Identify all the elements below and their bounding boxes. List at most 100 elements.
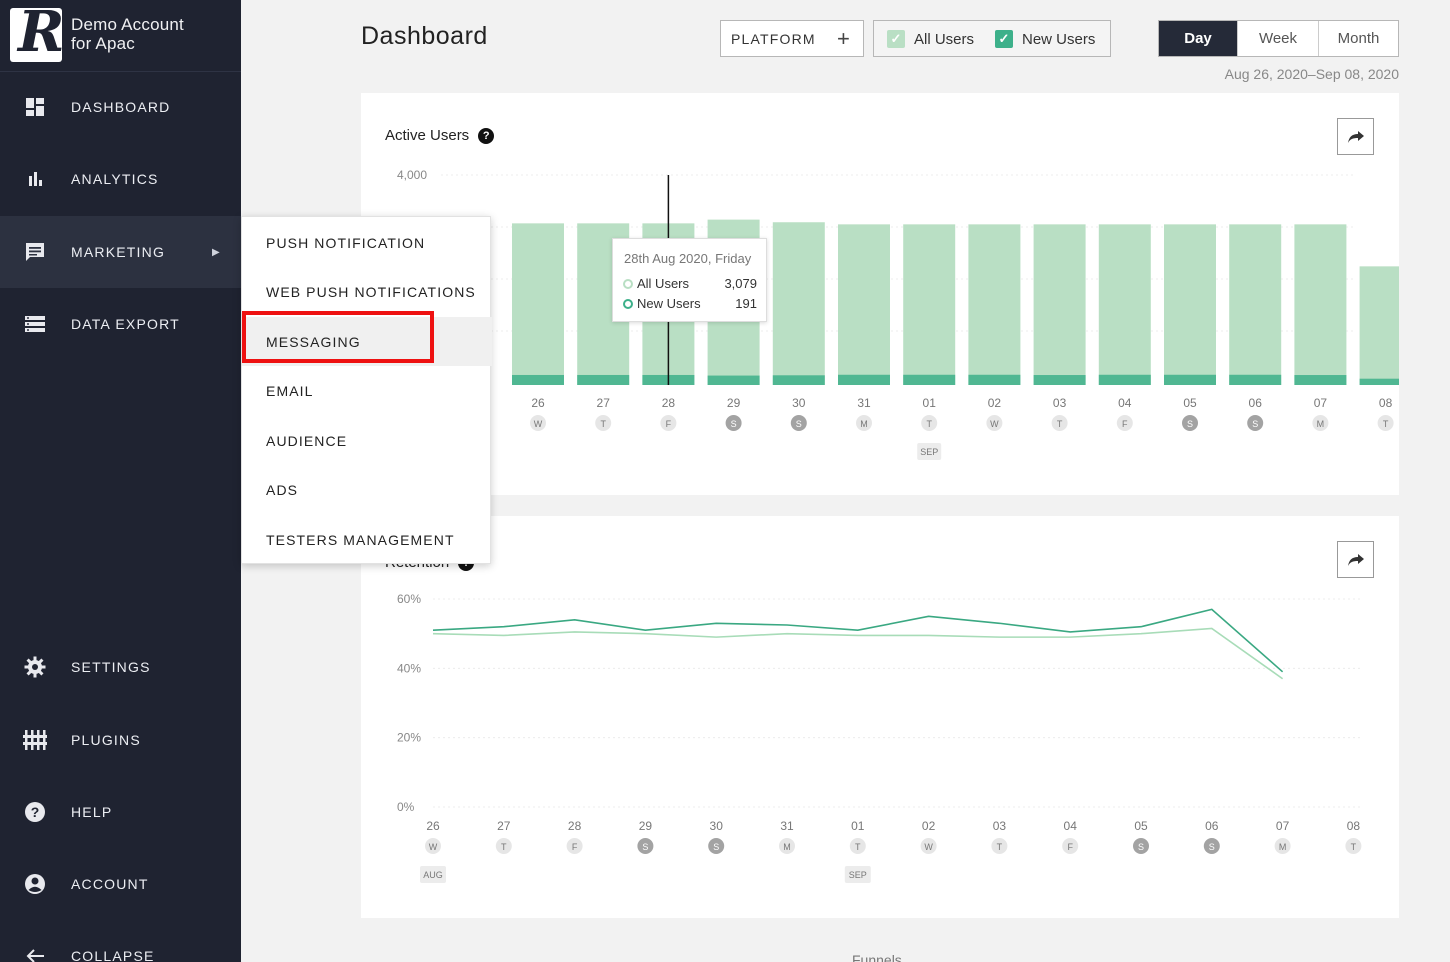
x-tick-label: 03 — [993, 819, 1007, 833]
platform-button[interactable]: PLATFORM + — [720, 20, 864, 57]
menu-item-audience[interactable]: AUDIENCE — [242, 416, 492, 465]
sidebar-item-help[interactable]: ? HELP — [0, 776, 241, 848]
x-tick-label: 26 — [426, 819, 440, 833]
sidebar-item-label: DATA EXPORT — [71, 316, 180, 332]
bar-all-users — [772, 222, 825, 385]
weekday-label: T — [1383, 419, 1389, 429]
weekday-label: S — [1138, 842, 1144, 852]
weekday-label: S — [642, 842, 648, 852]
checkmark-icon: ✓ — [995, 30, 1013, 48]
weekday-label: T — [600, 419, 606, 429]
x-tick-label: 30 — [710, 819, 724, 833]
account-brand[interactable]: R Demo Account for Apac — [0, 0, 241, 72]
legend-dot-icon — [623, 298, 633, 309]
x-tick-label: 06 — [1249, 396, 1263, 410]
x-tick-label: 29 — [727, 396, 741, 410]
x-tick-label: 02 — [922, 819, 936, 833]
sidebar-item-collapse[interactable]: COLLAPSE — [0, 920, 241, 962]
menu-item-push-notification[interactable]: PUSH NOTIFICATION — [242, 218, 492, 267]
sidebar-item-label: HELP — [71, 804, 113, 820]
bar-all-users — [1164, 224, 1216, 385]
bar-all-users — [512, 223, 564, 385]
menu-item-web-push-notifications[interactable]: WEB PUSH NOTIFICATIONS — [242, 267, 492, 316]
tooltip-title: 28th Aug 2020, Friday — [624, 251, 752, 266]
funnels-section-title: Funnels — [852, 952, 902, 962]
sidebar-item-analytics[interactable]: ANALYTICS — [0, 143, 241, 215]
arrow-left-icon — [23, 944, 47, 962]
weekday-label: S — [796, 419, 802, 429]
sidebar-item-data-export[interactable]: DATA EXPORT — [0, 288, 241, 360]
menu-item-testers-management[interactable]: TESTERS MANAGEMENT — [242, 515, 492, 564]
x-tick-label: 29 — [639, 819, 653, 833]
menu-item-ads[interactable]: ADS — [242, 465, 492, 514]
bar-new-users — [1033, 375, 1086, 385]
x-tick-label: 07 — [1314, 396, 1328, 410]
account-name-line2: for Apac — [71, 34, 135, 53]
x-tick-label: 28 — [662, 396, 676, 410]
svg-text:?: ? — [31, 804, 40, 820]
weekday-label: T — [501, 842, 507, 852]
bar-all-users — [838, 224, 890, 385]
bar-all-users — [1098, 224, 1151, 385]
period-day-button[interactable]: Day — [1159, 21, 1238, 56]
chart-tooltip: 28th Aug 2020, Friday All Users 3,079 Ne… — [612, 238, 767, 322]
bar-all-users — [1229, 224, 1282, 385]
y-tick-label: 4,000 — [397, 168, 427, 182]
sidebar-item-label: MARKETING — [71, 244, 166, 260]
x-tick-label: 04 — [1118, 396, 1132, 410]
weekday-label: F — [1122, 419, 1128, 429]
period-month-button[interactable]: Month — [1319, 21, 1398, 56]
sidebar-item-label: COLLAPSE — [71, 948, 155, 962]
bar-new-users — [577, 374, 630, 385]
y-tick-label: 0% — [397, 800, 415, 814]
x-tick-label: 27 — [497, 819, 511, 833]
menu-item-email[interactable]: EMAIL — [242, 366, 492, 415]
new-users-label: New Users — [1022, 30, 1096, 48]
sidebar-item-plugins[interactable]: PLUGINS — [0, 704, 241, 776]
checkmark-icon: ✓ — [887, 30, 905, 48]
weekday-label: W — [990, 419, 999, 429]
period-week-button[interactable]: Week — [1238, 21, 1319, 56]
weekday-label: T — [855, 842, 861, 852]
weekday-label: F — [666, 419, 672, 429]
tooltip-row-all-users: All Users 3,079 — [623, 276, 757, 291]
platform-label: PLATFORM — [731, 30, 816, 47]
bar-all-users — [1294, 224, 1347, 385]
tooltip-label: All Users — [637, 276, 690, 291]
weekday-label: M — [860, 419, 868, 429]
weekday-label: W — [534, 419, 543, 429]
x-tick-label: 05 — [1183, 396, 1197, 410]
help-icon: ? — [23, 800, 47, 824]
user-filter-checkboxes: ✓ All Users ✓ New Users — [873, 20, 1111, 57]
bar-new-users — [1098, 374, 1151, 385]
all-users-checkbox[interactable]: ✓ All Users — [887, 30, 974, 48]
weekday-label: S — [1187, 419, 1193, 429]
sidebar-item-marketing[interactable]: MARKETING ▶ — [0, 216, 241, 288]
bar-new-users — [838, 374, 890, 385]
retention-chart: 60% 40% 20% 0% 26 W 27 T 28 F 29 S 30 S 31 M 01 T 02 W 03 T 04… — [397, 592, 1362, 883]
sidebar-item-label: SETTINGS — [71, 659, 151, 675]
tooltip-row-new-users: New Users 191 — [623, 296, 757, 311]
month-label: AUG — [423, 870, 443, 880]
sidebar-item-dashboard[interactable]: DASHBOARD — [0, 71, 241, 143]
x-tick-label: 30 — [792, 396, 806, 410]
x-tick-label: 26 — [531, 396, 545, 410]
tooltip-value: 191 — [735, 296, 757, 311]
weekday-label: F — [572, 842, 578, 852]
x-tick-label: 04 — [1064, 819, 1078, 833]
new-users-checkbox[interactable]: ✓ New Users — [995, 30, 1095, 48]
data-export-icon — [23, 312, 47, 336]
legend-dot-icon — [623, 278, 633, 289]
x-tick-label: 02 — [988, 396, 1002, 410]
x-tick-label: 01 — [923, 396, 937, 410]
bar-new-users — [512, 374, 564, 385]
dashboard-icon — [23, 95, 47, 119]
period-toggle: Day Week Month — [1158, 20, 1399, 57]
weekday-label: M — [1279, 842, 1287, 852]
weekday-label: F — [1067, 842, 1073, 852]
sidebar-item-account[interactable]: ACCOUNT — [0, 848, 241, 920]
sidebar-item-settings[interactable]: SETTINGS — [0, 631, 241, 703]
weekday-label: T — [997, 842, 1003, 852]
retention-line-new-users — [432, 627, 1284, 680]
x-tick-label: 27 — [597, 396, 611, 410]
